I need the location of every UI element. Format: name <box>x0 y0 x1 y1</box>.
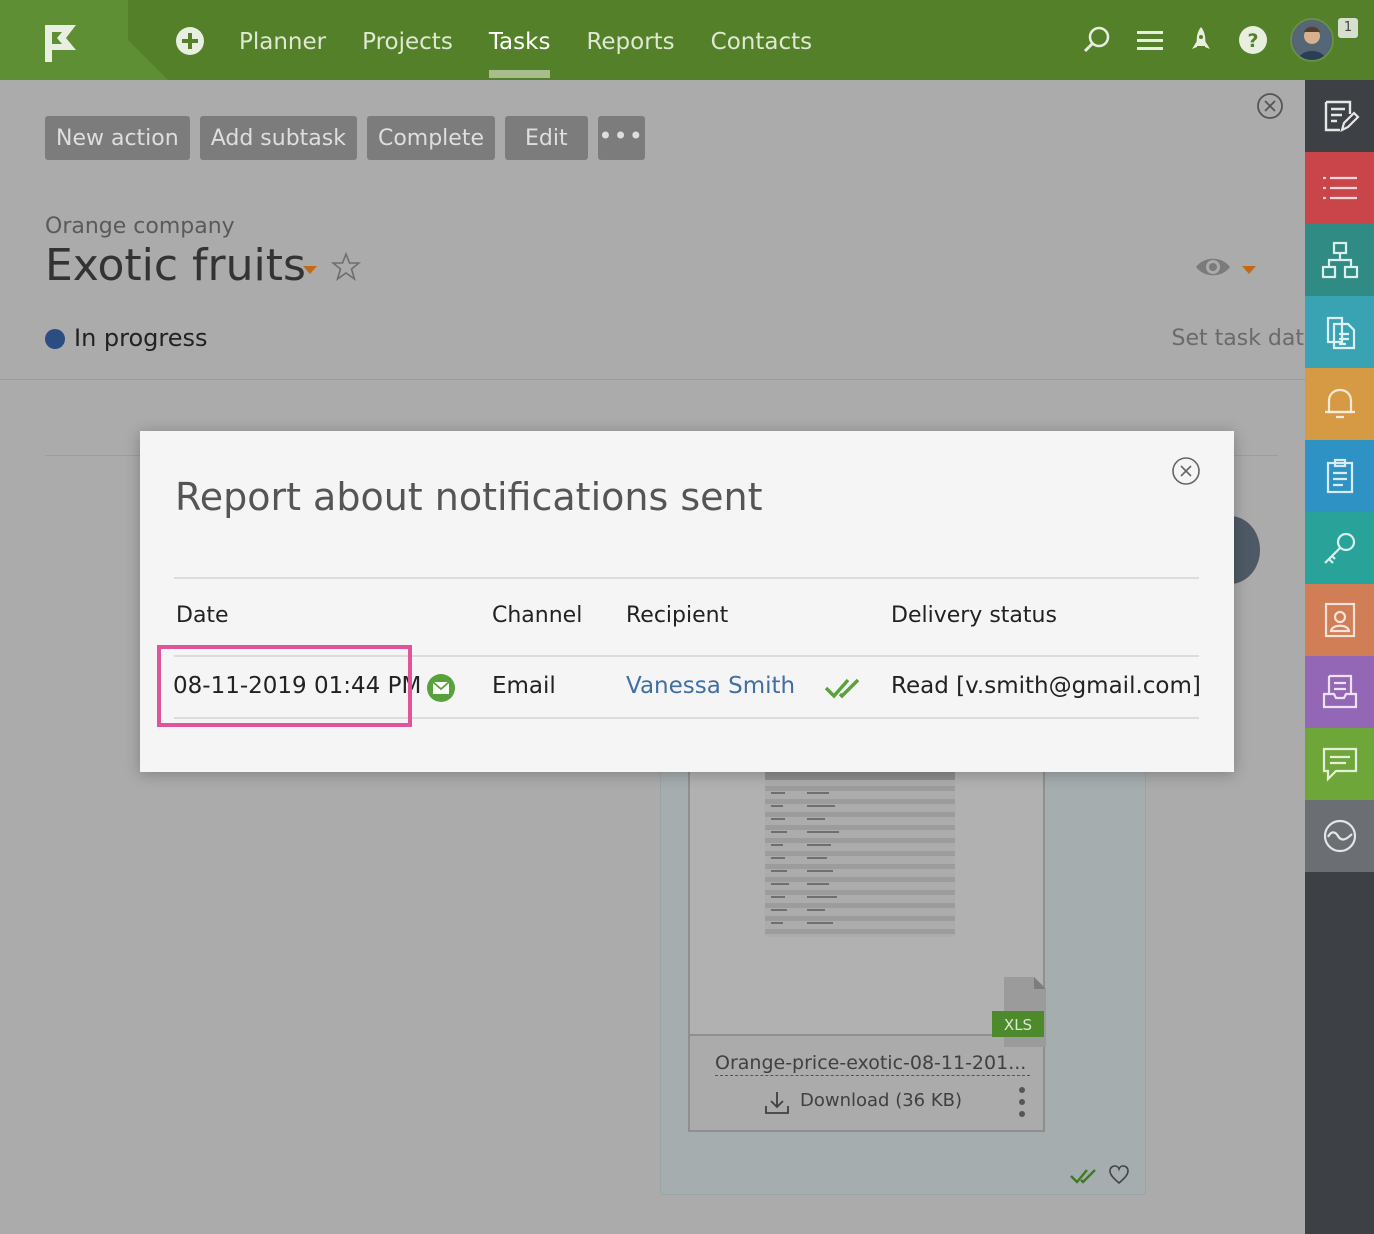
right-sidebar <box>1305 80 1374 1234</box>
download-link[interactable]: Download (36 KB) <box>800 1090 962 1111</box>
app-logo[interactable] <box>0 0 170 80</box>
nav-planner[interactable]: Planner <box>221 0 344 80</box>
task-status[interactable]: In progress <box>74 324 208 352</box>
status-indicator <box>45 329 65 349</box>
column-header-date: Date <box>176 603 229 628</box>
user-photo-icon <box>1292 20 1332 60</box>
list-icon <box>1322 176 1357 200</box>
contact-card-icon <box>1324 602 1355 638</box>
title-dropdown-caret-icon[interactable] <box>303 266 317 274</box>
xls-file-icon: XLS <box>992 977 1046 1047</box>
favorite-star-icon[interactable] <box>331 252 361 282</box>
chat-icon <box>1322 747 1357 782</box>
more-actions-button[interactable]: ••• <box>597 116 645 160</box>
close-task-icon[interactable] <box>1256 92 1284 120</box>
sidebar-hierarchy-button[interactable] <box>1305 224 1374 296</box>
date-highlight-frame <box>157 645 412 727</box>
task-company[interactable]: Orange company <box>45 214 235 239</box>
nav-contacts[interactable]: Contacts <box>693 0 830 80</box>
spreadsheet-thumbnail-icon <box>765 772 955 937</box>
file-preview[interactable]: XLS <box>690 762 1046 1047</box>
svg-text:?: ? <box>1247 30 1258 52</box>
bell-icon <box>1324 388 1355 419</box>
notifications-report-dialog: Report about notifications sent Date Cha… <box>140 431 1234 772</box>
user-avatar[interactable] <box>1290 18 1334 62</box>
documents-icon <box>1326 316 1355 350</box>
sidebar-access-button[interactable] <box>1305 512 1374 584</box>
recipient-link[interactable]: Vanessa Smith <box>626 673 795 699</box>
nav-projects[interactable]: Projects <box>344 0 471 80</box>
notes-edit-icon <box>1324 100 1360 133</box>
notification-count-badge[interactable]: 1 <box>1338 18 1358 38</box>
task-title: Exotic fruits <box>45 240 306 291</box>
activity-icon <box>1323 819 1356 853</box>
sidebar-activity-button[interactable] <box>1305 800 1374 872</box>
main-nav: Planner Projects Tasks Reports Contacts <box>221 0 830 80</box>
email-channel-icon <box>427 674 455 702</box>
help-icon[interactable]: ? <box>1237 24 1269 56</box>
file-options-kebab-icon[interactable] <box>1018 1086 1026 1118</box>
close-dialog-icon[interactable] <box>1171 456 1201 486</box>
xls-badge-label: XLS <box>1004 1016 1032 1034</box>
nav-tasks[interactable]: Tasks <box>471 0 569 80</box>
read-double-check-icon <box>1070 1169 1096 1184</box>
column-header-recipient: Recipient <box>626 603 729 628</box>
like-heart-icon[interactable] <box>1108 1164 1130 1186</box>
flag-logo-icon <box>0 0 168 80</box>
sidebar-list-button[interactable] <box>1305 152 1374 224</box>
delivered-double-check-icon <box>824 678 860 699</box>
sidebar-notifications-button[interactable] <box>1305 368 1374 440</box>
new-action-button[interactable]: New action <box>45 116 190 160</box>
divider <box>0 379 1305 380</box>
sidebar-clipboard-button[interactable] <box>1305 440 1374 512</box>
top-navigation-bar: Planner Projects Tasks Reports Contacts … <box>0 0 1374 80</box>
table-top-border <box>174 577 1199 579</box>
complete-button[interactable]: Complete <box>366 116 495 160</box>
column-header-channel: Channel <box>492 603 583 628</box>
search-icon[interactable] <box>1081 24 1113 56</box>
sidebar-documents-button[interactable] <box>1305 296 1374 368</box>
add-subtask-button[interactable]: Add subtask <box>199 116 357 160</box>
sidebar-notes-button[interactable] <box>1305 80 1374 152</box>
file-name-link[interactable]: Orange-price-exotic-08-11-201... <box>715 1052 1030 1076</box>
clipboard-icon <box>1326 458 1353 494</box>
dialog-title: Report about notifications sent <box>175 475 763 519</box>
file-attachment-card[interactable]: XLS Orange-price-exotic-08-11-201... Dow… <box>688 760 1046 1132</box>
inbox-icon <box>1322 674 1357 709</box>
delivery-status-value: Read [v.smith@gmail.com] <box>891 673 1201 699</box>
key-icon <box>1323 532 1355 564</box>
task-action-toolbar: New action Add subtask Complete Edit ••• <box>45 116 645 160</box>
sidebar-inbox-button[interactable] <box>1305 656 1374 728</box>
sidebar-chat-button[interactable] <box>1305 728 1374 800</box>
edit-button[interactable]: Edit <box>505 116 588 160</box>
download-icon[interactable] <box>764 1090 790 1116</box>
watch-eye-icon[interactable] <box>1194 252 1232 282</box>
sidebar-contacts-button[interactable] <box>1305 584 1374 656</box>
column-header-delivery-status: Delivery status <box>891 603 1057 628</box>
notification-channel: Email <box>492 673 556 699</box>
hierarchy-icon <box>1321 241 1358 279</box>
watch-dropdown-caret-icon[interactable] <box>1242 266 1256 274</box>
menu-icon[interactable] <box>1134 24 1166 56</box>
add-icon[interactable] <box>174 25 206 57</box>
nav-reports[interactable]: Reports <box>568 0 692 80</box>
rocket-icon[interactable] <box>1185 24 1217 56</box>
